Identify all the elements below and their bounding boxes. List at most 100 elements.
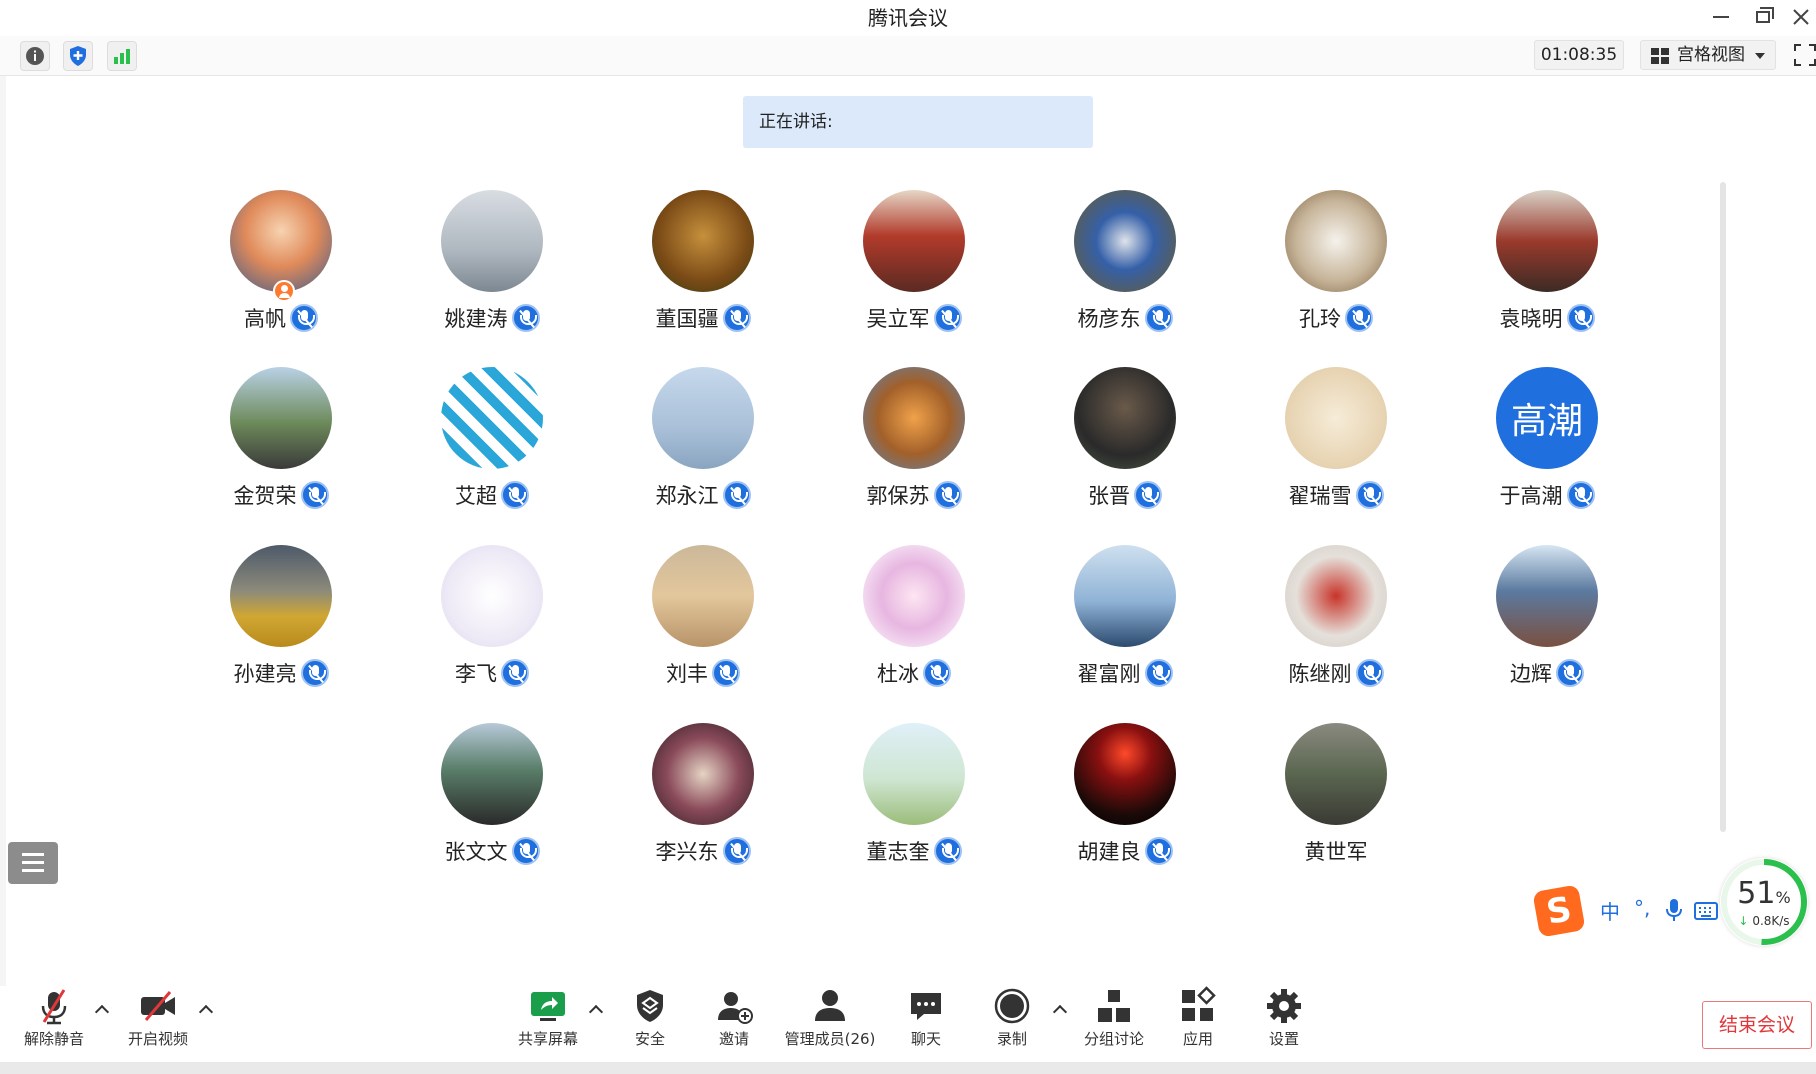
participant-tile[interactable]: 边辉 — [1447, 545, 1647, 715]
avatar — [230, 545, 332, 647]
record-options-chevron-up-icon[interactable] — [1052, 1002, 1068, 1018]
participant-tile[interactable]: 孙建亮 — [181, 545, 381, 715]
meeting-info-button[interactable] — [20, 41, 50, 71]
participant-name: 翟瑞雪 — [1288, 484, 1352, 508]
unmute-button[interactable]: 解除静音 — [18, 986, 90, 1056]
ime-punctuation[interactable]: °, — [1634, 896, 1650, 920]
participant-tile[interactable]: 高帆 — [181, 190, 381, 360]
close-button[interactable] — [1782, 0, 1816, 34]
participant-tile[interactable]: 高潮 于高潮 — [1447, 367, 1647, 537]
grid-view-icon — [1651, 48, 1669, 64]
share-options-chevron-up-icon[interactable] — [588, 1002, 604, 1018]
breakout-rooms-button[interactable]: 分组讨论 — [1074, 986, 1154, 1056]
participant-tile[interactable]: 张文文 — [392, 723, 592, 893]
participant-name-row: 孙建亮 — [181, 658, 381, 688]
participant-tile[interactable]: 杜冰 — [814, 545, 1014, 715]
avatar: 高潮 — [1496, 367, 1598, 469]
title-bar: 腾讯会议 — [0, 0, 1816, 34]
participant-tile[interactable]: 金贺荣 — [181, 367, 381, 537]
mic-muted-icon — [300, 481, 329, 509]
ime-toolbar[interactable]: S 中 °, — [1532, 884, 1726, 940]
participant-tile[interactable]: 郭保苏 — [814, 367, 1014, 537]
participant-name-row: 董志奎 — [814, 836, 1014, 866]
mic-muted-icon — [722, 837, 751, 865]
participant-name-row: 李兴东 — [603, 836, 803, 866]
view-mode-dropdown[interactable]: 宫格视图 — [1640, 40, 1776, 70]
ime-mode[interactable]: 中 — [1600, 896, 1620, 925]
record-button[interactable]: 录制 — [976, 986, 1048, 1056]
avatar — [863, 723, 965, 825]
avatar — [1285, 545, 1387, 647]
manage-members-button[interactable]: 管理成员(26) — [774, 986, 886, 1056]
participant-tile[interactable]: 吴立军 — [814, 190, 1014, 360]
participant-name-row: 金贺荣 — [181, 480, 381, 510]
avatar — [1496, 190, 1598, 292]
network-status-button[interactable] — [107, 41, 137, 71]
mic-muted-icon — [34, 986, 74, 1026]
mic-muted-icon — [1566, 304, 1595, 332]
grid-scrollbar[interactable] — [1720, 182, 1726, 832]
chat-button[interactable]: 聊天 — [890, 986, 962, 1056]
participant-tile[interactable]: 翟瑞雪 — [1236, 367, 1436, 537]
video-options-chevron-up-icon[interactable] — [198, 1002, 214, 1018]
participant-tile[interactable]: 姚建涛 — [392, 190, 592, 360]
start-video-button[interactable]: 开启视频 — [122, 986, 194, 1056]
participant-name: 董国疆 — [655, 307, 719, 331]
participant-list-toggle[interactable] — [8, 842, 58, 884]
participant-tile[interactable]: 杨彦东 — [1025, 190, 1225, 360]
participant-tile[interactable]: 刘丰 — [603, 545, 803, 715]
ime-keyboard-icon[interactable] — [1694, 902, 1718, 920]
participant-tile[interactable]: 李飞 — [392, 545, 592, 715]
participant-tile[interactable]: 李兴东 — [603, 723, 803, 893]
security-button[interactable]: 安全 — [614, 986, 686, 1056]
participant-name: 杜冰 — [877, 662, 919, 686]
security-status-button[interactable] — [63, 41, 93, 71]
avatar — [1074, 367, 1176, 469]
avatar — [1285, 723, 1387, 825]
participant-name-row: 郑永江 — [603, 480, 803, 510]
apps-button[interactable]: 应用 — [1162, 986, 1234, 1056]
participant-tile[interactable]: 孔玲 — [1236, 190, 1436, 360]
settings-button[interactable]: 设置 — [1248, 986, 1320, 1056]
participant-tile[interactable]: 陈继刚 — [1236, 545, 1436, 715]
participant-name-row: 吴立军 — [814, 303, 1014, 333]
participant-tile[interactable]: 郑永江 — [603, 367, 803, 537]
invite-button[interactable]: 邀请 — [698, 986, 770, 1056]
participant-tile[interactable]: 袁晓明 — [1447, 190, 1647, 360]
fullscreen-button[interactable] — [1794, 44, 1816, 66]
audio-options-chevron-up-icon[interactable] — [94, 1002, 110, 1018]
chevron-down-icon — [1755, 53, 1765, 59]
participant-name-row: 刘丰 — [603, 658, 803, 688]
participant-name: 李飞 — [455, 662, 497, 686]
end-meeting-button[interactable]: 结束会议 — [1702, 1001, 1812, 1049]
participant-tile[interactable]: 黄世军 — [1236, 723, 1436, 893]
minimize-button[interactable] — [1702, 0, 1740, 34]
participant-tile[interactable]: 翟富刚 — [1025, 545, 1225, 715]
avatar — [1496, 545, 1598, 647]
participant-tile[interactable]: 董志奎 — [814, 723, 1014, 893]
mic-muted-icon — [1144, 304, 1173, 332]
mic-muted-icon — [511, 837, 540, 865]
window-title: 腾讯会议 — [868, 6, 948, 30]
participant-name-row: 于高潮 — [1447, 480, 1647, 510]
participant-tile[interactable]: 胡建良 — [1025, 723, 1225, 893]
participant-name-row: 高帆 — [181, 303, 381, 333]
participant-name-row: 翟富刚 — [1025, 658, 1225, 688]
avatar — [863, 545, 965, 647]
restore-button[interactable] — [1744, 0, 1782, 34]
ime-voice-icon[interactable] — [1666, 898, 1682, 922]
participant-tile[interactable]: 董国疆 — [603, 190, 803, 360]
mic-muted-icon — [712, 659, 740, 687]
mic-muted-icon — [1345, 304, 1373, 332]
participant-name: 张晋 — [1088, 484, 1130, 508]
share-screen-button[interactable]: 共享屏幕 — [512, 986, 584, 1056]
network-gauge[interactable]: 51% ↓ 0.8K/s — [1720, 858, 1808, 946]
participant-name-row: 陈继刚 — [1236, 658, 1436, 688]
info-icon — [26, 47, 44, 65]
mic-muted-icon — [1355, 659, 1384, 687]
mic-muted-icon — [1144, 659, 1173, 687]
participant-name-row: 胡建良 — [1025, 836, 1225, 866]
participant-tile[interactable]: 艾超 — [392, 367, 592, 537]
avatar — [652, 545, 754, 647]
participant-tile[interactable]: 张晋 — [1025, 367, 1225, 537]
